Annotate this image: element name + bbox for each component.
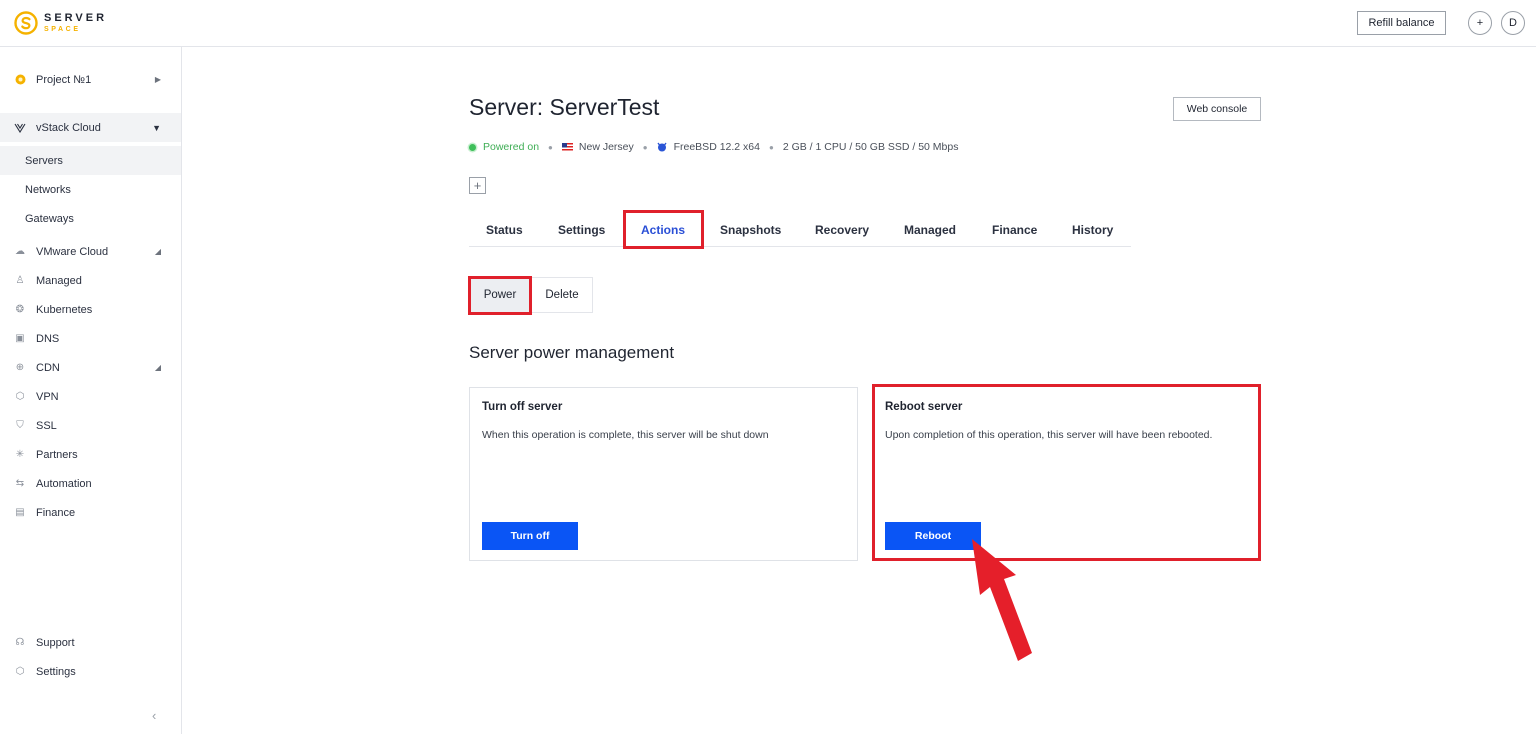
logo-icon: [14, 11, 38, 35]
top-header: SERVER SPACE Refill balance + D: [0, 0, 1536, 47]
tab-managed[interactable]: Managed: [904, 213, 956, 246]
turn-off-button[interactable]: Turn off: [482, 522, 578, 550]
sidebar-group-vstack-label: vStack Cloud: [36, 121, 101, 134]
sidebar-item-ssl-label: SSL: [36, 419, 57, 432]
turn-off-title: Turn off server: [482, 401, 563, 413]
sidebar-item-vpn-label: VPN: [36, 390, 59, 403]
project-icon: [14, 74, 26, 86]
sidebar-item-managed-label: Managed: [36, 274, 82, 287]
highlight-box-actions: [623, 210, 704, 249]
sidebar-item-kubernetes[interactable]: ❂ Kubernetes: [0, 295, 181, 324]
sidebar-item-vpn[interactable]: ⬡ VPN: [0, 382, 181, 411]
sidebar-item-servers[interactable]: Servers: [0, 146, 181, 175]
sidebar-group-vstack[interactable]: vStack Cloud ▼: [0, 113, 181, 142]
user-avatar[interactable]: D: [1501, 11, 1525, 35]
gear-icon: ⬡: [15, 666, 25, 677]
highlight-box-reboot: [872, 384, 1261, 561]
collapse-sidebar-icon[interactable]: ‹: [152, 708, 156, 723]
turn-off-description: When this operation is complete, this se…: [482, 429, 769, 441]
chevron-right-icon: ▶: [154, 75, 161, 84]
sidebar-item-vmware-label: VMware Cloud: [36, 245, 109, 258]
cloud-icon: ☁: [15, 246, 25, 257]
sidebar-item-finance-label: Finance: [36, 506, 76, 519]
add-button[interactable]: +: [1468, 11, 1492, 35]
tab-snapshots[interactable]: Snapshots: [720, 213, 781, 246]
sidebar-item-dns-label: DNS: [36, 332, 60, 345]
sidebar-item-vmware[interactable]: ☁ VMware Cloud ◢: [0, 237, 181, 266]
tab-finance[interactable]: Finance: [992, 213, 1037, 246]
refill-balance-button[interactable]: Refill balance: [1357, 11, 1446, 35]
us-flag-icon: [561, 142, 573, 152]
serverspace-logo[interactable]: SERVER SPACE: [14, 11, 107, 35]
sidebar-item-kubernetes-label: Kubernetes: [36, 303, 93, 316]
status-dot-icon: [469, 143, 476, 151]
highlight-box-power: [468, 276, 532, 315]
add-tag-button[interactable]: +: [469, 177, 486, 194]
kubernetes-icon: ❂: [15, 304, 25, 315]
sidebar-item-servers-label: Servers: [25, 154, 63, 167]
sidebar-project[interactable]: Project №1 ▶: [0, 65, 181, 94]
server-os: FreeBSD 12.2 x64: [673, 141, 760, 153]
sidebar-item-partners-label: Partners: [36, 448, 78, 461]
sidebar-item-automation-label: Automation: [36, 477, 92, 490]
caret-icon: ◢: [154, 363, 161, 372]
sidebar-item-automation[interactable]: ⇆ Automation: [0, 469, 181, 498]
tab-recovery[interactable]: Recovery: [815, 213, 869, 246]
sidebar-item-networks[interactable]: Networks: [0, 175, 181, 204]
web-console-button[interactable]: Web console: [1173, 97, 1261, 121]
managed-icon: ♙: [15, 275, 25, 286]
sidebar-item-partners[interactable]: ✳ Partners: [0, 440, 181, 469]
sidebar-item-support-label: Support: [36, 636, 75, 649]
logo-text-space: SPACE: [44, 26, 81, 33]
separator-dot: ●: [768, 142, 774, 152]
sidebar-project-label: Project №1: [36, 73, 92, 86]
server-status-line: Powered on ● New Jersey ● FreeBSD 12.2 x…: [469, 140, 958, 154]
sidebar-item-settings-label: Settings: [36, 665, 76, 678]
sidebar-item-managed[interactable]: ♙ Managed: [0, 266, 181, 295]
vpn-icon: ⬡: [15, 391, 25, 402]
sidebar-item-gateways-label: Gateways: [25, 212, 74, 225]
headset-icon: ☊: [15, 637, 25, 648]
turn-off-card: Turn off server When this operation is c…: [469, 387, 858, 561]
sidebar-item-cdn-label: CDN: [36, 361, 60, 374]
section-title: Server power management: [469, 343, 675, 362]
sidebar-item-finance[interactable]: ▤ Finance: [0, 498, 181, 527]
globe-icon: ⊕: [15, 362, 25, 373]
tab-history[interactable]: History: [1072, 213, 1113, 246]
sidebar-item-ssl[interactable]: ⛉ SSL: [0, 411, 181, 440]
freebsd-icon: [657, 142, 667, 152]
dns-icon: ▣: [15, 333, 25, 344]
power-status: Powered on: [483, 141, 540, 153]
shield-icon: ⛉: [16, 420, 24, 431]
sidebar: Project №1 ▶ vStack Cloud ▼ Servers Netw…: [0, 47, 182, 734]
sidebar-item-support[interactable]: ☊ Support: [0, 628, 181, 657]
document-icon: ▤: [15, 507, 25, 518]
partners-icon: ✳: [15, 449, 25, 460]
separator-dot: ●: [642, 142, 648, 152]
vstack-icon: [14, 122, 26, 134]
subtab-delete[interactable]: Delete: [531, 277, 593, 313]
automation-icon: ⇆: [15, 478, 25, 489]
server-specs: 2 GB / 1 CPU / 50 GB SSD / 50 Mbps: [782, 141, 959, 153]
server-tabs: Status Settings Actions Snapshots Recove…: [469, 213, 1131, 247]
tab-settings[interactable]: Settings: [558, 213, 605, 246]
sidebar-item-dns[interactable]: ▣ DNS: [0, 324, 181, 353]
separator-dot: ●: [548, 142, 553, 152]
sidebar-item-settings[interactable]: ⬡ Settings: [0, 657, 181, 686]
sidebar-item-gateways[interactable]: Gateways: [0, 204, 181, 233]
logo-text-server: SERVER: [44, 12, 108, 24]
sidebar-item-cdn[interactable]: ⊕ CDN ◢: [0, 353, 181, 382]
caret-icon: ◢: [154, 247, 161, 256]
server-location: New Jersey: [578, 141, 634, 153]
tab-status[interactable]: Status: [486, 213, 523, 246]
chevron-down-icon: ▼: [152, 122, 161, 133]
page-title: Server: ServerTest: [469, 94, 660, 120]
sidebar-item-networks-label: Networks: [25, 183, 71, 196]
annotation-arrow-icon: [972, 539, 1032, 661]
